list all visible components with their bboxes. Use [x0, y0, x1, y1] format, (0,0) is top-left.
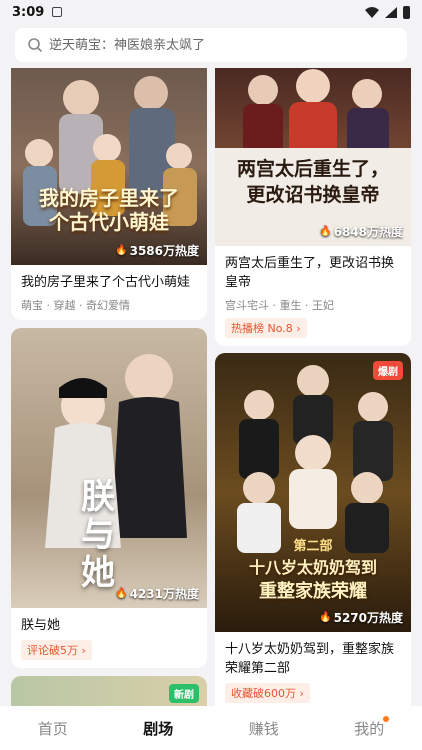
- rank-badge[interactable]: 热播榜 No.8 ›: [225, 318, 307, 338]
- poster-line: 第二部: [293, 539, 333, 554]
- drama-title: 两宫太后重生了，更改诏书换皇帝: [225, 256, 395, 290]
- tab-mine-label: 我的: [354, 719, 385, 738]
- rank-badge[interactable]: 收藏破600万 ›: [225, 683, 310, 703]
- notification-dot: [383, 715, 390, 722]
- heat-badge: 🔥 6848万热度: [319, 223, 403, 240]
- drama-poster[interactable]: 爆剧 第二部 十八岁太奶奶驾到 重整家族荣耀 🔥 5270万热度: [215, 353, 411, 632]
- drama-title: 朕与她: [21, 618, 61, 633]
- battery-icon: [403, 5, 410, 19]
- bottom-tab-bar: 首页 剧场 赚钱 我的: [0, 706, 422, 750]
- flame-icon: 🔥: [115, 588, 128, 599]
- tab-mine[interactable]: 我的: [317, 715, 422, 739]
- heat-value: 6848万热度: [333, 225, 403, 239]
- poster-title: 第二部 十八岁太奶奶驾到 重整家族荣耀: [215, 538, 411, 604]
- poster-title: 两宫太后重生了， 更改诏书换皇帝: [215, 156, 411, 208]
- search-icon: [28, 38, 43, 53]
- heat-value: 5270万热度: [333, 611, 403, 625]
- rank-text: 收藏破600万: [231, 687, 296, 700]
- poster-line: 两宫太后重生了，: [236, 158, 389, 180]
- drama-title: 十八岁太奶奶驾到，重整家族荣耀第二部: [225, 642, 395, 676]
- poster-line: 朕: [81, 477, 115, 517]
- heat-badge: 🔥 4231万热度: [115, 585, 199, 602]
- drama-tags: 宫斗宅斗 · 重生 · 王妃: [225, 299, 334, 312]
- heat-badge: 🔥 3586万热度: [115, 242, 199, 259]
- wifi-icon: [365, 6, 379, 18]
- poster-art: [11, 68, 207, 265]
- poster-title: 朕 与 她: [81, 478, 115, 592]
- drama-poster[interactable]: 我的房子里来了 个古代小萌娃 🔥 3586万热度: [11, 68, 207, 265]
- heat-value: 4231万热度: [129, 587, 199, 601]
- search-input[interactable]: [49, 37, 395, 53]
- drama-tags: 萌宝 · 穿越 · 奇幻爱情: [21, 299, 130, 312]
- flame-icon: 🔥: [115, 245, 128, 256]
- status-bar: 3:09: [0, 0, 422, 24]
- tab-theater[interactable]: 剧场: [106, 718, 212, 739]
- poster-title: 我的房子里来了 个古代小萌娃: [11, 186, 207, 234]
- drama-card[interactable]: 爆剧 第二部 十八岁太奶奶驾到 重整家族荣耀 🔥 5270万热度 十八岁太奶奶驾到…: [215, 353, 411, 706]
- drama-card[interactable]: 两宫太后重生了， 更改诏书换皇帝 🔥 6848万热度 两宫太后重生了，更改诏书换皇…: [215, 68, 411, 346]
- poster-line: 我的房子里来了: [39, 186, 179, 210]
- poster-line: 个古代小萌娃: [49, 210, 169, 234]
- poster-line: 与: [81, 515, 115, 555]
- drama-card[interactable]: 我的房子里来了 个古代小萌娃 🔥 3586万热度 我的房子里来了个古代小萌娃 萌宝…: [11, 68, 207, 320]
- status-time: 3:09: [12, 4, 45, 20]
- flame-icon: 🔥: [319, 612, 332, 623]
- poster-line: 重整家族荣耀: [259, 581, 367, 602]
- poster-line: 十八岁太奶奶驾到: [248, 558, 377, 577]
- poster-line: 她: [81, 553, 115, 593]
- drama-card[interactable]: 新剧: [11, 676, 207, 706]
- drama-title: 我的房子里来了个古代小萌娃: [21, 275, 191, 290]
- new-badge: 新剧: [169, 684, 199, 703]
- rank-text: 评论破5万: [27, 644, 78, 657]
- tab-home[interactable]: 首页: [0, 718, 106, 739]
- signal-icon: [385, 6, 397, 18]
- search-bar[interactable]: [15, 28, 407, 62]
- drama-card[interactable]: 朕 与 她 🔥 4231万热度 朕与她 评论破5万 ›: [11, 328, 207, 668]
- drama-poster[interactable]: 两宫太后重生了， 更改诏书换皇帝 🔥 6848万热度: [215, 68, 411, 246]
- notification-icon: [52, 7, 63, 17]
- rank-text: 热播榜 No.8: [231, 322, 293, 335]
- rank-badge[interactable]: 评论破5万 ›: [21, 640, 92, 660]
- drama-poster[interactable]: 朕 与 她 🔥 4231万热度: [11, 328, 207, 608]
- hot-badge: 爆剧: [373, 361, 403, 380]
- tab-earn[interactable]: 赚钱: [211, 718, 317, 739]
- drama-feed[interactable]: 我的房子里来了 个古代小萌娃 🔥 3586万热度 我的房子里来了个古代小萌娃 萌宝…: [0, 68, 422, 706]
- flame-icon: 🔥: [319, 226, 332, 237]
- drama-poster[interactable]: 新剧: [11, 676, 207, 706]
- heat-badge: 🔥 5270万热度: [319, 609, 403, 626]
- poster-line: 更改诏书换皇帝: [246, 184, 380, 206]
- heat-value: 3586万热度: [129, 244, 199, 258]
